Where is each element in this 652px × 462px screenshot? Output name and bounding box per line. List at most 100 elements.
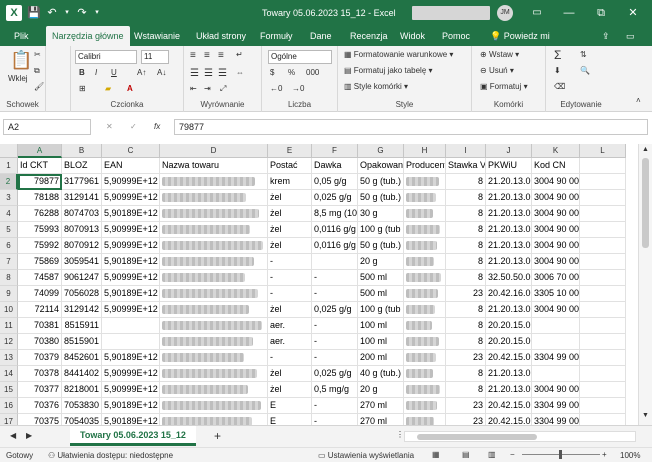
horizontal-scrollbar[interactable]: [404, 431, 636, 442]
increase-indent-icon[interactable]: ⇥: [204, 84, 211, 93]
column-header-f[interactable]: F: [312, 144, 358, 158]
cell-producer[interactable]: [404, 350, 446, 366]
page-break-view-icon[interactable]: ▥: [488, 450, 496, 459]
cell-form[interactable]: żel: [268, 190, 312, 206]
cell-bloz[interactable]: 8515901: [62, 334, 102, 350]
cell-ean[interactable]: 5,90999E+12: [102, 190, 160, 206]
cell-empty[interactable]: [580, 222, 626, 238]
cut-icon[interactable]: ✂: [34, 50, 41, 59]
align-left-icon[interactable]: ☰: [190, 68, 199, 79]
name-box[interactable]: A2: [3, 119, 91, 135]
font-size-select[interactable]: 11: [141, 50, 169, 64]
cell-ean[interactable]: 5,90189E+12: [102, 398, 160, 414]
percent-button[interactable]: %: [288, 68, 295, 77]
cell-empty[interactable]: [580, 398, 626, 414]
conditional-formatting-button[interactable]: ▦ Formatowanie warunkowe ▾: [344, 50, 453, 59]
tab-split-handle[interactable]: ⋮: [396, 430, 404, 439]
cell-cn-code[interactable]: [532, 318, 580, 334]
cell-dose[interactable]: -: [312, 334, 358, 350]
cell-dose[interactable]: 0,0116 g/g: [312, 238, 358, 254]
cell-empty[interactable]: [580, 334, 626, 350]
tell-me-search[interactable]: 💡 Powiedz mi: [484, 26, 556, 46]
column-header-i[interactable]: I: [446, 144, 486, 158]
cell-form[interactable]: aer.: [268, 334, 312, 350]
cell-pkwiu[interactable]: 21.20.13.0: [486, 254, 532, 270]
cell-dose[interactable]: -: [312, 270, 358, 286]
cell-ean[interactable]: 5,90999E+12: [102, 302, 160, 318]
cell-id-ckt[interactable]: 74099: [18, 286, 62, 302]
collapse-ribbon-icon[interactable]: ˄: [636, 96, 641, 105]
zoom-out-icon[interactable]: −: [510, 450, 515, 459]
bold-button[interactable]: B: [79, 68, 85, 77]
cell-ean[interactable]: [102, 318, 160, 334]
cell-package[interactable]: 30 g: [358, 206, 404, 222]
cell-bloz[interactable]: 7056028: [62, 286, 102, 302]
increase-decimal-icon[interactable]: ←0: [270, 84, 282, 93]
cell-producer[interactable]: [404, 206, 446, 222]
cell-id-ckt[interactable]: 70379: [18, 350, 62, 366]
cell-cn-code[interactable]: [532, 334, 580, 350]
cell-bloz[interactable]: 7053830: [62, 398, 102, 414]
fill-color-icon[interactable]: ▰: [105, 84, 111, 93]
cell-ean[interactable]: 5,90189E+12: [102, 206, 160, 222]
cell-form[interactable]: -: [268, 286, 312, 302]
cell-pkwiu[interactable]: 20.42.16.0: [486, 286, 532, 302]
cell-product-name[interactable]: [160, 206, 268, 222]
cell-cn-code[interactable]: 3004 90 00: [532, 382, 580, 398]
cell-id-ckt[interactable]: 70375: [18, 414, 62, 425]
row-header-4[interactable]: 4: [0, 206, 18, 222]
merge-center-icon[interactable]: ⇔: [236, 68, 244, 77]
clipboard-icon[interactable]: 📋: [10, 50, 32, 71]
row-header-12[interactable]: 12: [0, 334, 18, 350]
cell-form[interactable]: żel: [268, 302, 312, 318]
cell-id-ckt[interactable]: 70376: [18, 398, 62, 414]
cell-dose[interactable]: -: [312, 350, 358, 366]
cell-dose[interactable]: 8,5 mg (10: [312, 206, 358, 222]
column-header-a[interactable]: A: [18, 144, 62, 158]
row-header-8[interactable]: 8: [0, 270, 18, 286]
next-sheet-icon[interactable]: ▶: [26, 431, 32, 440]
column-header-h[interactable]: H: [404, 144, 446, 158]
tab-insert[interactable]: Wstawianie: [128, 26, 186, 46]
cell-id-ckt[interactable]: 75992: [18, 238, 62, 254]
paste-button[interactable]: Wklej: [8, 74, 28, 83]
header-cell-product-name[interactable]: Nazwa towaru: [160, 158, 268, 174]
share-icon[interactable]: ⇪: [596, 26, 616, 46]
cell-dose[interactable]: 0,025 g/g: [312, 302, 358, 318]
cell-ean[interactable]: 5,90999E+12: [102, 174, 160, 190]
cell-dose[interactable]: -: [312, 286, 358, 302]
cell-pkwiu[interactable]: 20.42.15.0: [486, 350, 532, 366]
header-cell-pkwiu[interactable]: PKWiU: [486, 158, 532, 174]
cell-vat-rate[interactable]: 23: [446, 286, 486, 302]
row-header-9[interactable]: 9: [0, 286, 18, 302]
cell-empty[interactable]: [580, 318, 626, 334]
zoom-slider-thumb[interactable]: [559, 450, 562, 459]
cell-pkwiu[interactable]: 20.42.15.0: [486, 414, 532, 425]
cell-product-name[interactable]: [160, 190, 268, 206]
tab-page-layout[interactable]: Układ strony: [190, 26, 252, 46]
prev-sheet-icon[interactable]: ◀: [10, 431, 16, 440]
cell-package[interactable]: 100 g (tub: [358, 222, 404, 238]
zoom-in-icon[interactable]: +: [602, 450, 607, 459]
cell-bloz[interactable]: 8070912: [62, 238, 102, 254]
cell-bloz[interactable]: 3129141: [62, 190, 102, 206]
cell-form[interactable]: -: [268, 270, 312, 286]
format-painter-icon[interactable]: 🖌: [34, 82, 44, 91]
cell-id-ckt[interactable]: 70378: [18, 366, 62, 382]
header-cell-form[interactable]: Postać: [268, 158, 312, 174]
format-as-table-button[interactable]: ▤ Formatuj jako tabelę ▾: [344, 66, 433, 75]
cell-dose[interactable]: -: [312, 414, 358, 425]
ribbon-display-icon[interactable]: ▭: [530, 0, 544, 26]
cell-pkwiu[interactable]: 32.50.50.0: [486, 270, 532, 286]
cell-dose[interactable]: 0,025 g/g: [312, 366, 358, 382]
font-shrink-button[interactable]: A↓: [157, 68, 166, 77]
tab-file[interactable]: Plik: [8, 26, 35, 46]
cell-producer[interactable]: [404, 398, 446, 414]
cell-id-ckt[interactable]: 79877: [18, 174, 62, 190]
cell-pkwiu[interactable]: 21.20.13.0: [486, 174, 532, 190]
align-top-icon[interactable]: ≡: [190, 50, 196, 61]
row-header-1[interactable]: 1: [0, 158, 18, 174]
cell-package[interactable]: 100 g (tub: [358, 302, 404, 318]
row-header-6[interactable]: 6: [0, 238, 18, 254]
number-format-select[interactable]: Ogólne: [268, 50, 332, 64]
